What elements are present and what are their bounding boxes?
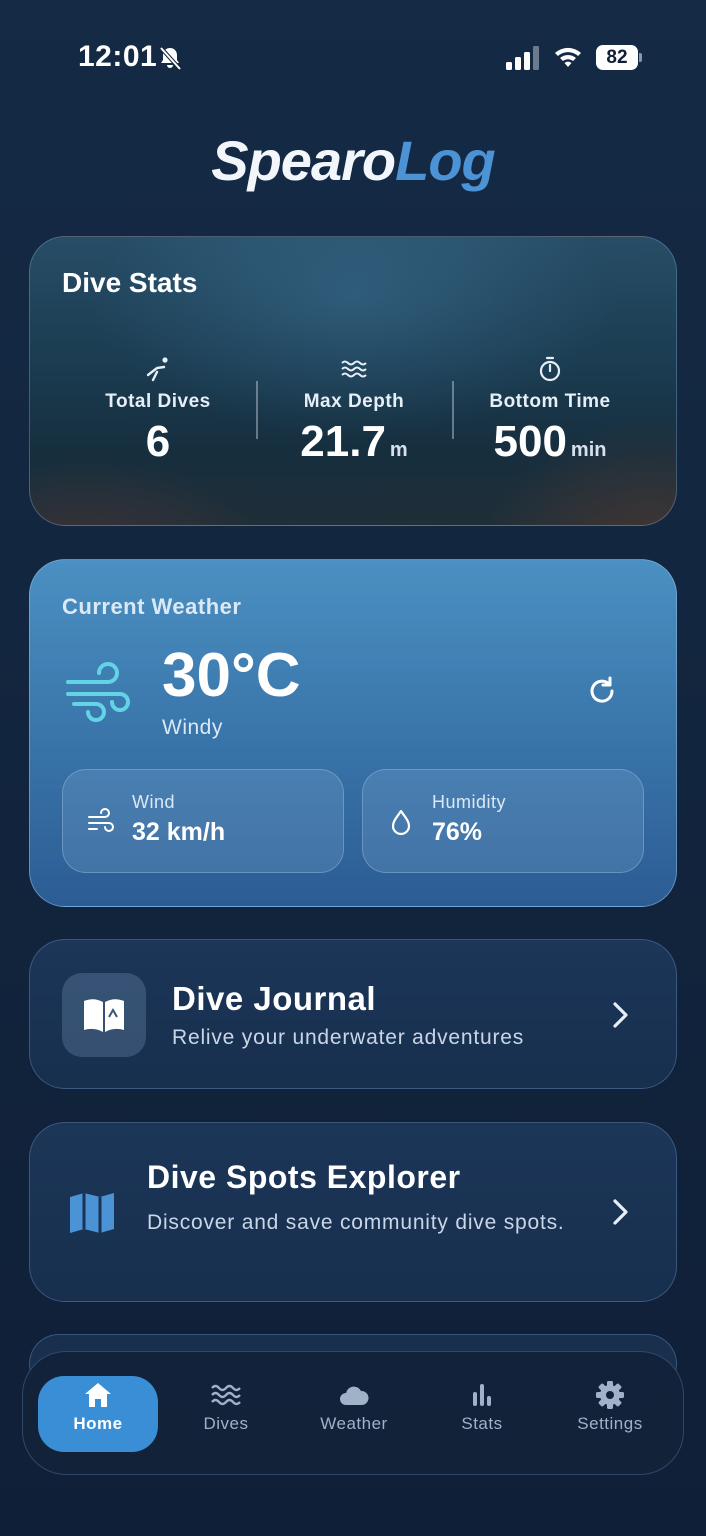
tab-settings[interactable]: Settings [550, 1376, 670, 1452]
stat-total-dives: Total Dives 6 [60, 355, 256, 467]
stat-max-depth: Max Depth 21.7 m [256, 355, 452, 467]
stat-label: Max Depth [303, 391, 405, 412]
logo-part-2: Log [395, 129, 496, 192]
spots-subtitle: Discover and save community dive spots. [147, 1211, 565, 1234]
wind-value: 32 km/h [132, 818, 226, 846]
dive-spots-card[interactable]: Dive Spots Explorer Discover and save co… [29, 1122, 677, 1302]
stat-value: 500 [493, 417, 567, 466]
stat-bottom-time: Bottom Time 500 min [452, 355, 648, 467]
app-logo: SpearoLog [0, 128, 706, 193]
tab-label: Stats [461, 1414, 503, 1433]
chevron-right-icon [613, 1199, 628, 1225]
status-bar: 12:01 82 [0, 0, 706, 116]
tab-dives[interactable]: Dives [166, 1376, 286, 1452]
bar-chart-icon [473, 1384, 491, 1406]
stat-value: 6 [145, 417, 171, 466]
droplet-icon [391, 809, 411, 836]
stat-value: 21.7 [300, 417, 386, 466]
wind-icon [88, 808, 114, 832]
spots-title: Dive Spots Explorer [147, 1159, 461, 1195]
waves-icon [341, 360, 367, 378]
home-icon [85, 1383, 111, 1407]
weather-title: Current Weather [62, 594, 242, 619]
journal-badge [62, 973, 146, 1057]
humidity-label: Humidity [432, 792, 507, 812]
waves-icon [211, 1384, 241, 1406]
dive-stats-title: Dive Stats [62, 267, 198, 298]
tab-label: Home [73, 1414, 123, 1433]
tab-home[interactable]: Home [38, 1376, 158, 1452]
stat-label: Total Dives [105, 391, 211, 412]
weather-card: Current Weather 30°C Windy Wind 32 km/h … [29, 559, 677, 907]
wind-icon [66, 662, 130, 722]
tab-label: Settings [577, 1414, 643, 1433]
tab-weather[interactable]: Weather [294, 1376, 414, 1452]
battery-icon: 82 [596, 45, 642, 70]
stat-unit: min [570, 439, 607, 461]
signal-icon [506, 46, 539, 70]
stat-unit: m [389, 439, 408, 461]
bottom-tab-bar: Home Dives Weather Stats Settings [22, 1351, 684, 1475]
stopwatch-icon [539, 356, 561, 382]
refresh-icon[interactable] [586, 675, 618, 707]
map-icon [70, 1193, 114, 1233]
cloud-icon [340, 1386, 369, 1405]
logo-part-1: Spearo [211, 129, 396, 192]
dive-icon [146, 357, 168, 382]
stat-label: Bottom Time [489, 391, 611, 412]
bell-slash-icon [159, 46, 182, 71]
battery-level: 82 [596, 45, 638, 70]
status-time: 12:01 [78, 40, 158, 73]
wind-tile: Wind 32 km/h [62, 769, 344, 873]
tab-label: Weather [320, 1414, 388, 1433]
tab-label: Dives [203, 1414, 249, 1433]
wifi-icon [555, 47, 581, 67]
book-icon [84, 999, 124, 1032]
weather-condition: Windy [162, 716, 223, 739]
temperature: 30°C [162, 641, 301, 710]
tab-stats[interactable]: Stats [422, 1376, 542, 1452]
wind-label: Wind [132, 792, 176, 812]
dive-stats-card: Dive Stats Total Dives 6 Max Depth 21.7 m [29, 236, 677, 526]
chevron-right-icon [613, 1002, 628, 1028]
gear-icon [596, 1381, 624, 1409]
dive-journal-card[interactable]: Dive Journal Relive your underwater adve… [29, 939, 677, 1089]
journal-subtitle: Relive your underwater adventures [172, 1026, 525, 1049]
humidity-tile: Humidity 76% [362, 769, 644, 873]
journal-title: Dive Journal [172, 980, 377, 1017]
humidity-value: 76% [432, 818, 483, 846]
